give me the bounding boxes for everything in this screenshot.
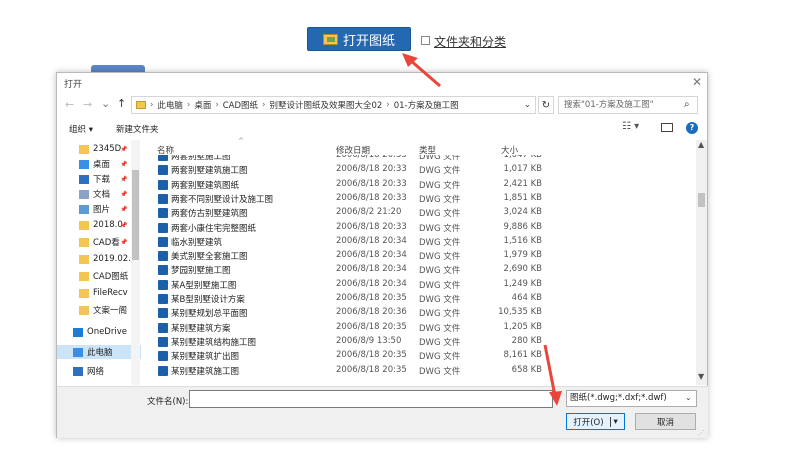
- arrow-to-open-button: [402, 53, 441, 88]
- annotation-arrows: [402, 53, 562, 406]
- arrow-to-file-filter: [543, 344, 562, 406]
